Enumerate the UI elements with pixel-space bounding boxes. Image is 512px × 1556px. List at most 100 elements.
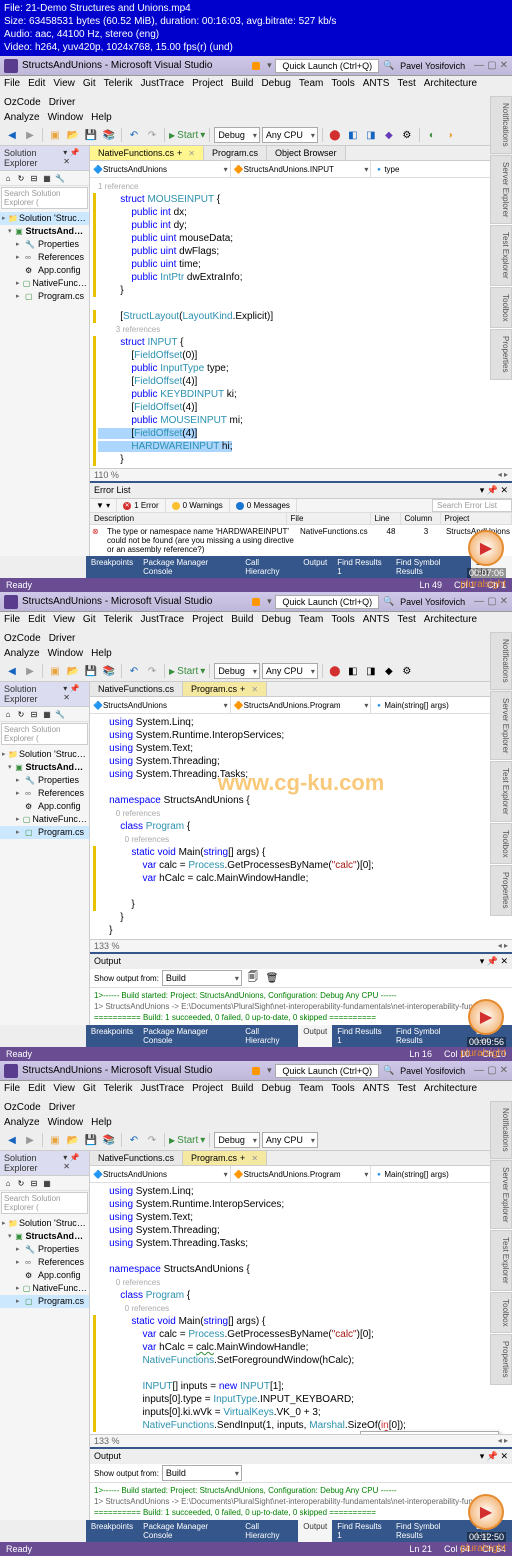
close-tab-icon[interactable]: ✕ [188,149,195,158]
menu-ozcode[interactable]: OzCode [4,97,41,108]
close-button[interactable]: ✕ [500,596,508,607]
menu-tools[interactable]: Tools [331,78,354,89]
appconfig-node[interactable]: ⚙App.config [0,264,89,277]
namespace-dropdown[interactable]: 🔷 StructsAndUnions [90,161,231,177]
menu-ants[interactable]: ANTS [363,78,390,89]
properties-node[interactable]: ▸🔧Properties [0,238,89,251]
maximize-button[interactable]: ▢ [487,596,496,607]
tab-call-hierarchy[interactable]: Call Hierarchy [240,556,298,578]
references-node[interactable]: ▸▫▫References [0,251,89,264]
tab-breakpoints[interactable]: Breakpoints [86,556,138,578]
side-tab-toolbox[interactable]: Toolbox [490,287,512,329]
panel-controls[interactable]: ▾ 📌 ✕ [480,485,508,496]
tool-icon[interactable]: ◑ [442,127,458,143]
redo-button[interactable]: ↷ [144,127,160,143]
maximize-button[interactable]: ▢ [487,60,496,71]
tab-output[interactable]: Output [298,556,332,578]
menu-edit[interactable]: Edit [28,78,45,89]
menu-view[interactable]: View [53,78,75,89]
output-source-dropdown[interactable]: Build [162,970,242,986]
start-debug-button[interactable]: Start ▾ [169,666,205,677]
title-bar[interactable]: StructsAndUnions - Microsoft Visual Stud… [0,56,512,76]
messages-tab[interactable]: 0 Messages [230,499,297,512]
nav-back-button[interactable]: ◀ [4,127,20,143]
save-button[interactable]: 💾 [83,127,99,143]
side-tab-properties[interactable]: Properties [490,329,512,379]
error-search-input[interactable]: Search Error List [432,499,512,512]
zoom-bar[interactable]: 110 % [90,468,512,481]
code-editor[interactable]: using System.Linq; using System.Runtime.… [90,1183,512,1434]
tool-icon[interactable]: ◆ [381,127,397,143]
title-bar[interactable]: StructsAndUnions - Microsoft Visual Stud… [0,592,512,612]
menu-architecture[interactable]: Architecture [424,78,477,89]
tab-pmc[interactable]: Package Manager Console [138,556,240,578]
tab-object-browser[interactable]: Object Browser [267,146,346,160]
menu-justtrace[interactable]: JustTrace [141,78,185,89]
tab-find-symbol[interactable]: Find Symbol Results [391,556,471,578]
menu-build[interactable]: Build [231,78,253,89]
title-bar[interactable]: StructsAndUnions - Microsoft Visual Stud… [0,1061,512,1081]
collapse-icon[interactable]: ⊟ [28,172,40,184]
platform-dropdown[interactable]: Any CPU [262,127,318,143]
error-list-header[interactable]: Error List▾ 📌 ✕ [90,483,512,499]
errors-tab[interactable]: ✕1 Error [117,499,165,512]
menu-debug[interactable]: Debug [261,78,290,89]
nav-fwd-button[interactable]: ▶ [22,127,38,143]
solution-search-input[interactable]: Search Solution Explorer ( [1,187,88,209]
config-dropdown[interactable]: Debug [214,127,260,143]
tool-icon[interactable]: ⚙ [399,127,415,143]
menu-team[interactable]: Team [299,78,323,89]
side-tab-test-explorer[interactable]: Test Explorer [490,225,512,286]
menu-project[interactable]: Project [192,78,223,89]
tool-icon[interactable]: ◨ [363,127,379,143]
minimize-button[interactable]: — [474,596,484,607]
save-all-button[interactable]: 📚 [101,127,117,143]
refresh-icon[interactable]: ↻ [15,172,27,184]
tab-program[interactable]: Program.cs [204,146,267,160]
notification-indicator-icon[interactable] [252,598,260,606]
tab-find-results[interactable]: Find Results 1 [332,556,391,578]
quick-launch-input[interactable]: Quick Launch (Ctrl+Q) [275,59,379,73]
dropdown-icon[interactable]: ▾ [264,60,274,71]
tool-icon[interactable]: ◐ [424,127,440,143]
output-text[interactable]: 1>------ Build started: Project: Structs… [90,988,512,1025]
error-row[interactable]: ⊗ The type or namespace name 'HARDWAREIN… [90,525,512,556]
menu-test[interactable]: Test [397,78,415,89]
tool-icon[interactable]: ◧ [345,127,361,143]
quick-launch-input[interactable]: Quick Launch (Ctrl+Q) [275,595,379,609]
open-file-button[interactable]: 📂 [65,127,81,143]
side-tab-server-explorer[interactable]: Server Explorer [490,155,512,225]
menu-window[interactable]: Window [48,112,84,123]
menu-analyze[interactable]: Analyze [4,112,40,123]
undo-button[interactable]: ↶ [126,127,142,143]
menu-telerik[interactable]: Telerik [104,78,133,89]
user-name-label[interactable]: Pavel Yosifovich [400,597,465,607]
class-dropdown[interactable]: 🔶 StructsAndUnions.INPUT [231,161,372,177]
menu-driver[interactable]: Driver [49,97,76,108]
close-button[interactable]: ✕ [500,60,508,71]
tab-nativefunctions[interactable]: NativeFunctions.cs+✕ [90,146,204,160]
pin-icon[interactable]: ▾ 📌 ✕ [63,148,85,168]
minimize-button[interactable]: — [474,60,484,71]
tab-program[interactable]: Program.cs+✕ [183,682,267,696]
nativefunctions-node[interactable]: ▸▢NativeFunctions.cs [0,277,89,290]
show-all-icon[interactable]: ▦ [41,172,53,184]
output-header[interactable]: Output▾ 📌 ✕ [90,954,512,969]
new-project-button[interactable]: ▣ [47,127,63,143]
notification-indicator-icon[interactable] [252,62,260,70]
intellisense-item[interactable]: ▢InAttribute [361,1432,498,1434]
solution-node[interactable]: ▸📁Solution 'StructsAndUnions [0,212,89,225]
project-node[interactable]: ▾▣StructsAndUnions [0,225,89,238]
tab-nativefunctions[interactable]: NativeFunctions.cs [90,682,183,696]
tool-icon[interactable]: ⬤ [327,127,343,143]
solution-explorer-header[interactable]: Solution Explorer▾ 📌 ✕ [0,146,89,171]
menu-file[interactable]: File [4,78,20,89]
side-tab-notifications[interactable]: Notifications [490,96,512,154]
menu-git[interactable]: Git [83,78,96,89]
user-name-label[interactable]: Pavel Yosifovich [400,61,465,71]
code-editor[interactable]: www.cg-ku.com using System.Linq; using S… [90,714,512,939]
program-node[interactable]: ▸▢Program.cs [0,290,89,303]
start-debug-button[interactable]: Start ▾ [169,130,205,141]
code-editor[interactable]: 1 reference struct MOUSEINPUT { public i… [90,178,512,468]
warnings-tab[interactable]: 0 Warnings [166,499,230,512]
